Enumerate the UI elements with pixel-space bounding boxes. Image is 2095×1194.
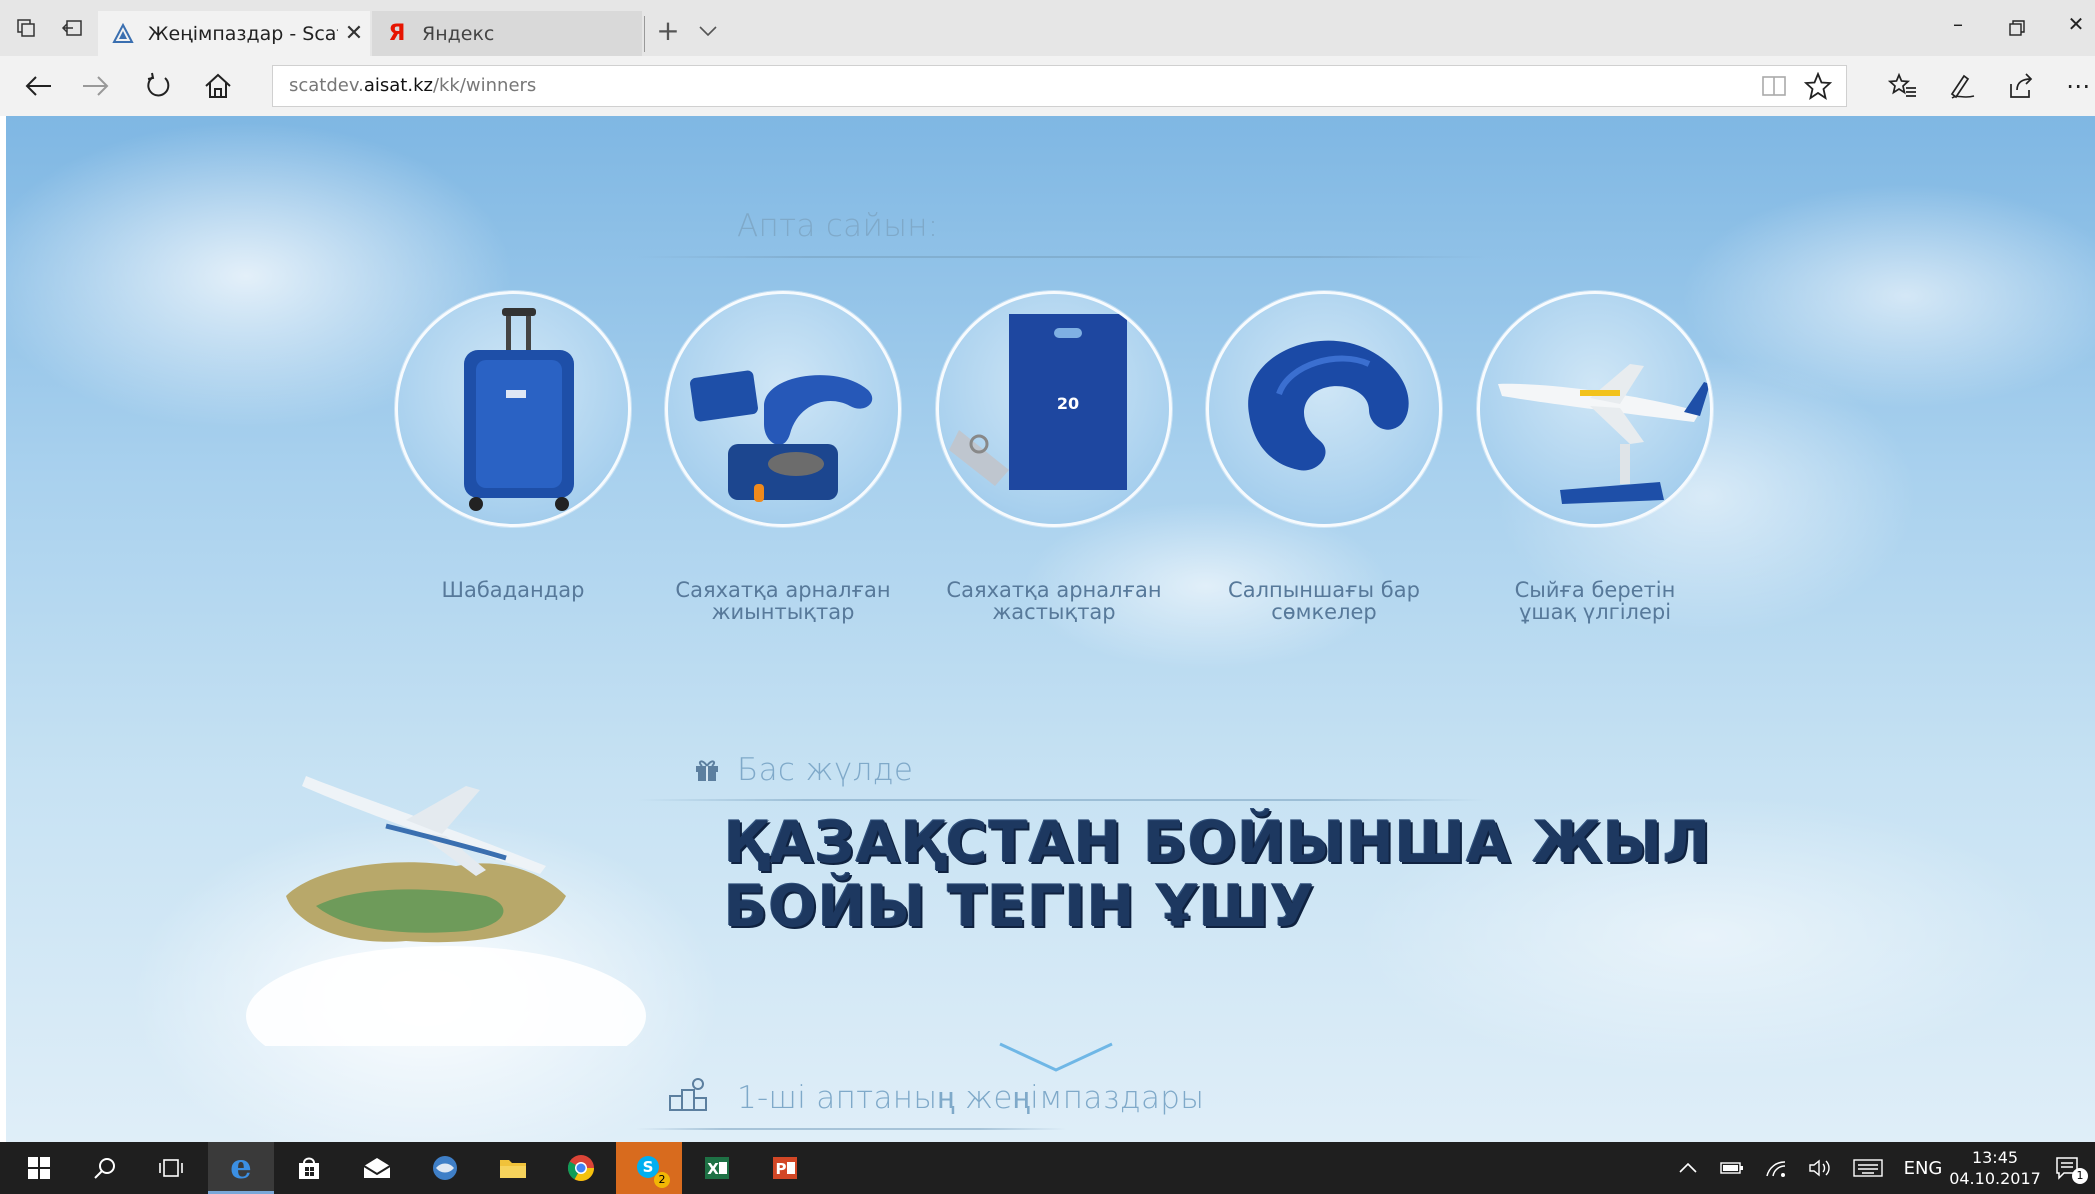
volume-icon[interactable] bbox=[1802, 1142, 1838, 1194]
title-divider bbox=[636, 799, 1486, 801]
file-explorer-icon[interactable] bbox=[480, 1142, 546, 1194]
chrome-icon[interactable] bbox=[548, 1142, 614, 1194]
input-language[interactable]: ENG bbox=[1898, 1142, 1948, 1194]
prize-label-line1: Саяхатқа арналған bbox=[946, 578, 1162, 602]
prize-label-travel-kits: Саяхатқа арналған жиынтықтар bbox=[668, 579, 898, 623]
svg-text:X: X bbox=[707, 1160, 719, 1178]
chevron-up-icon[interactable] bbox=[1670, 1142, 1706, 1194]
main-prize-line1: ҚАЗАҚСТАН БОЙЫНША ЖЫЛ bbox=[724, 810, 1712, 876]
url-path: /kk/winners bbox=[432, 75, 537, 96]
share-icon[interactable] bbox=[2001, 68, 2041, 104]
svg-text:P: P bbox=[776, 1160, 787, 1178]
favorites-hub-icon[interactable] bbox=[1883, 68, 1923, 104]
address-bar[interactable]: scatdev.aisat.kz/kk/winners bbox=[272, 65, 1847, 107]
prize-circle-bag: 20 bbox=[936, 291, 1172, 527]
prize-label-line1: Саяхатқа арналған bbox=[675, 578, 891, 602]
restore-icon[interactable] bbox=[1999, 12, 2035, 44]
forward-icon[interactable] bbox=[76, 68, 116, 104]
tab-winners[interactable]: Жеңімпаздар - Scat ✕ bbox=[98, 11, 370, 56]
scat-favicon-icon bbox=[110, 21, 136, 47]
search-icon[interactable] bbox=[72, 1142, 138, 1194]
chevron-down-icon[interactable] bbox=[690, 16, 726, 46]
weekly-winners-title: 1-ші аптаның жеңімпаздары bbox=[737, 1080, 1205, 1116]
prize-label-suitcases: Шабадандар bbox=[398, 579, 628, 601]
store-icon[interactable] bbox=[276, 1142, 342, 1194]
web-note-pen-icon[interactable] bbox=[1942, 68, 1982, 104]
clock-date: 04.10.2017 bbox=[1949, 1169, 2041, 1188]
prize-circle-travel-kit bbox=[665, 291, 901, 527]
prize-label-line1: Сыйға беретін bbox=[1514, 578, 1676, 602]
main-prize-line2: БОЙЫ ТЕГІН ҰШУ bbox=[724, 874, 1316, 940]
edge-browser-icon[interactable]: e bbox=[208, 1142, 274, 1194]
title-divider bbox=[636, 256, 1486, 258]
main-prize-title: Бас жүлде bbox=[737, 752, 914, 788]
suitcase-icon bbox=[464, 308, 574, 511]
winners-page: Апта сайын: 20 Шабадандар Саяхатқа арнал… bbox=[6, 116, 2095, 1142]
prize-circle-airplane-model bbox=[1477, 291, 1713, 527]
weekly-prizes-title: Апта сайын: bbox=[737, 208, 939, 244]
yandex-favicon-icon: Я bbox=[388, 21, 406, 46]
prize-circle-suitcase bbox=[395, 291, 631, 527]
more-options-icon[interactable]: ⋯ bbox=[2058, 68, 2095, 104]
minimize-icon[interactable]: – bbox=[1940, 12, 1976, 44]
prize-label-line2: ұшақ үлгілері bbox=[1518, 600, 1672, 624]
winners-podium-icon bbox=[666, 1076, 710, 1116]
close-tab-icon[interactable]: ✕ bbox=[338, 21, 370, 46]
battery-icon[interactable] bbox=[1714, 1142, 1750, 1194]
back-icon[interactable] bbox=[18, 68, 58, 104]
new-tab-icon[interactable]: + bbox=[650, 14, 686, 47]
skype-icon[interactable]: S 2 bbox=[616, 1142, 682, 1194]
prize-label-line2: сөмкелер bbox=[1271, 600, 1377, 624]
excel-icon[interactable]: X bbox=[684, 1142, 750, 1194]
close-window-icon[interactable]: ✕ bbox=[2058, 12, 2094, 44]
url-domain: aisat.kz bbox=[363, 75, 433, 96]
browser-nav-bar: scatdev.aisat.kz/kk/winners ⋯ bbox=[0, 56, 2095, 116]
prize-label-line2: жастықтар bbox=[992, 600, 1116, 624]
bag-keychain-icon: 20 bbox=[949, 314, 1127, 490]
tab-title: Жеңімпаздар - Scat bbox=[148, 22, 338, 45]
windows-taskbar: e S 2 X P ENG 13:45 04.10.2017 1 bbox=[0, 1142, 2095, 1194]
keyboard-icon[interactable] bbox=[1848, 1142, 1888, 1194]
kazakhstan-plane-illustration bbox=[246, 746, 676, 1086]
tab-divider bbox=[644, 16, 645, 52]
svg-text:20: 20 bbox=[1057, 394, 1079, 413]
prize-label-line1: Салпыншағы бар bbox=[1228, 578, 1420, 602]
notification-count: 1 bbox=[2072, 1168, 2088, 1184]
set-aside-tabs-icon[interactable] bbox=[56, 12, 88, 44]
title-divider bbox=[636, 1128, 1066, 1130]
windows-start-icon[interactable] bbox=[6, 1142, 72, 1194]
skype-badge: 2 bbox=[654, 1172, 670, 1188]
scroll-down-chevron-icon[interactable] bbox=[996, 1040, 1116, 1074]
home-icon[interactable] bbox=[198, 68, 238, 104]
mail-icon[interactable] bbox=[344, 1142, 410, 1194]
refresh-icon[interactable] bbox=[138, 68, 178, 104]
prize-label-travel-pillows: Саяхатқа арналған жастықтар bbox=[939, 579, 1169, 623]
url-prefix: scatdev. bbox=[289, 75, 364, 96]
tab-preview-icon[interactable] bbox=[10, 12, 42, 44]
tab-title: Яндекс bbox=[422, 22, 495, 45]
task-view-icon[interactable] bbox=[138, 1142, 204, 1194]
reading-view-icon[interactable] bbox=[1754, 66, 1794, 106]
globe-plane-icon bbox=[246, 776, 646, 1086]
powerpoint-icon[interactable]: P bbox=[752, 1142, 818, 1194]
tab-yandex[interactable]: Я Яндекс bbox=[372, 11, 642, 56]
browser-tab-bar: Жеңімпаздар - Scat ✕ Я Яндекс + – ✕ bbox=[0, 0, 2095, 56]
main-prize-headline: ҚАЗАҚСТАН БОЙЫНША ЖЫЛ БОЙЫ ТЕГІН ҰШУ bbox=[724, 811, 1824, 939]
svg-text:S: S bbox=[643, 1158, 654, 1176]
neck-pillow-icon bbox=[1248, 340, 1409, 471]
action-center-icon[interactable]: 1 bbox=[2048, 1142, 2088, 1194]
thunderbird-icon[interactable] bbox=[412, 1142, 478, 1194]
wifi-icon[interactable] bbox=[1758, 1142, 1794, 1194]
clock[interactable]: 13:45 04.10.2017 bbox=[1948, 1147, 2042, 1189]
prize-label-line2: жиынтықтар bbox=[711, 600, 855, 624]
favorite-star-icon[interactable] bbox=[1798, 66, 1838, 106]
travel-kit-icon bbox=[690, 370, 873, 502]
airplane-model-icon bbox=[1498, 364, 1710, 504]
prize-label-line1: Шабадандар bbox=[441, 578, 585, 602]
clock-time: 13:45 bbox=[1971, 1148, 2019, 1167]
prize-circle-neck-pillow bbox=[1206, 291, 1442, 527]
prize-label-bags: Салпыншағы бар сөмкелер bbox=[1209, 579, 1439, 623]
prize-label-airplane-models: Сыйға беретін ұшақ үлгілері bbox=[1480, 579, 1710, 623]
gift-icon bbox=[694, 758, 720, 786]
